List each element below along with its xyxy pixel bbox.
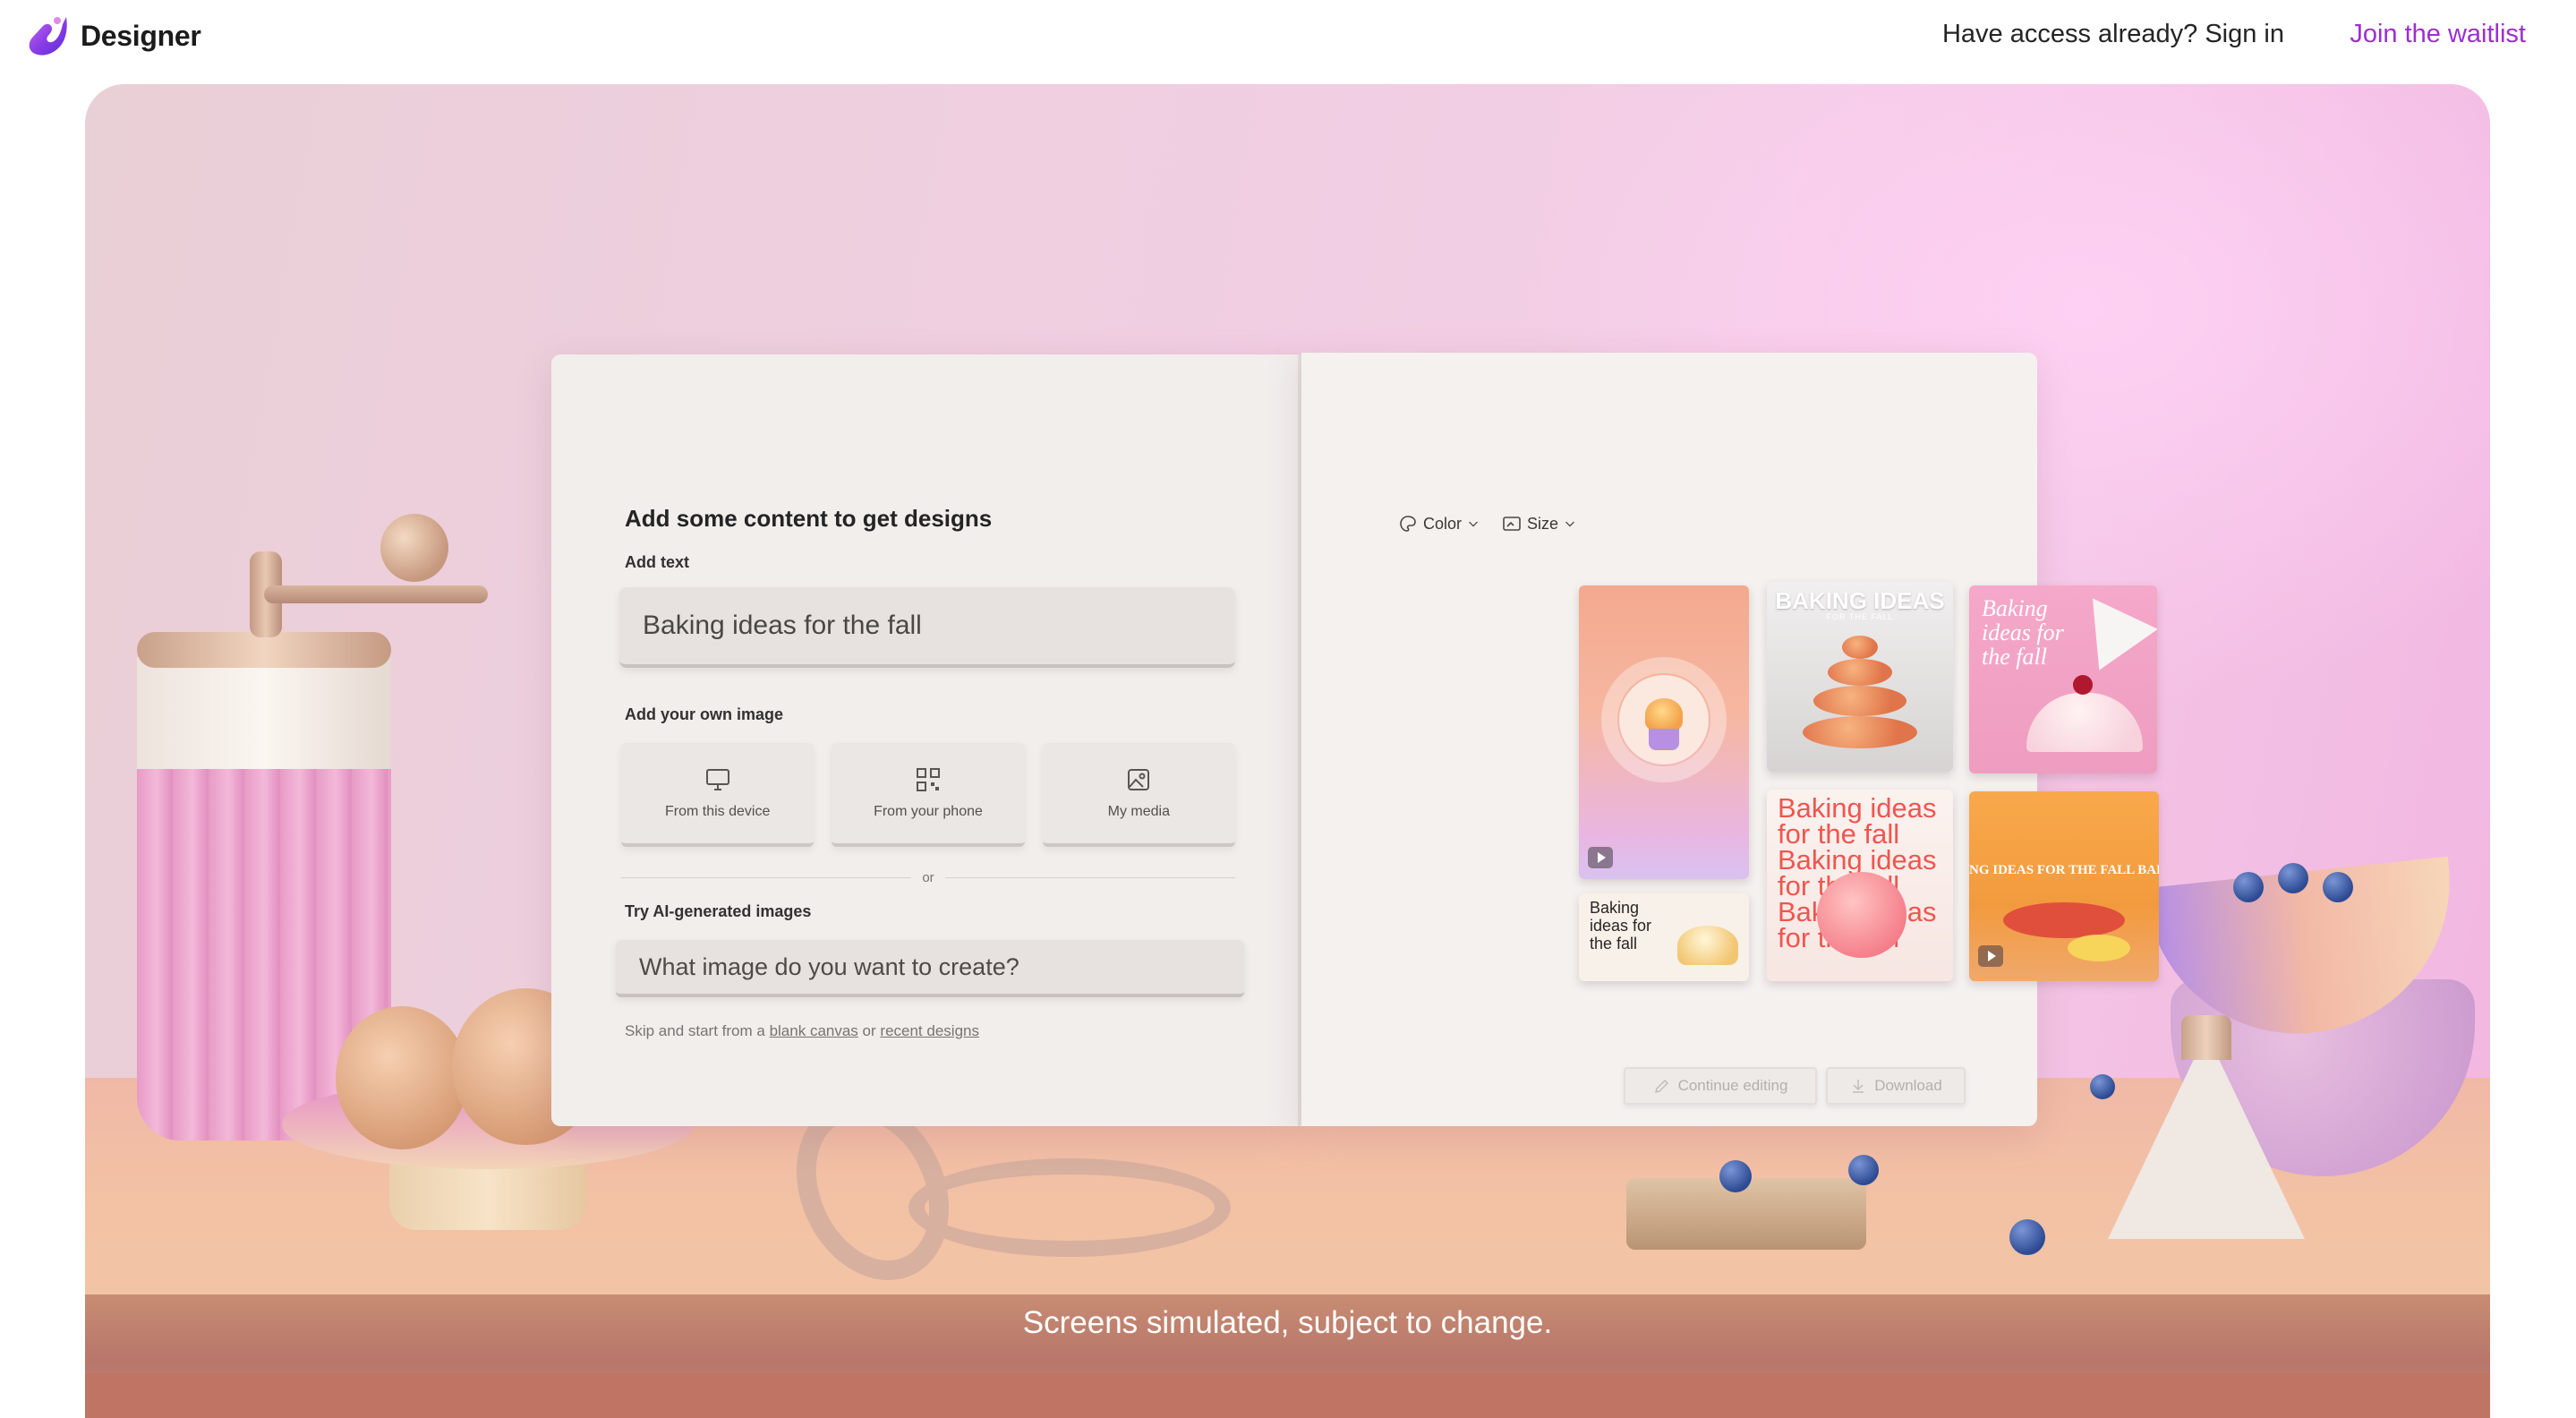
countertop-lip	[85, 1373, 2490, 1418]
card-title: Baking ideas for the fall	[1590, 899, 1652, 952]
kitchen-timer-top-prop	[2181, 1015, 2231, 1060]
macaron-image	[1803, 716, 1917, 748]
divider-line	[621, 876, 912, 878]
design-card-strawberry[interactable]: Baking ideas for the fall Baking ideas f…	[1767, 790, 1953, 981]
macaron-image	[1842, 636, 1878, 659]
blueberry-prop	[2233, 872, 2264, 902]
wooden-tray-prop	[1626, 1178, 1866, 1250]
ai-image-prompt-input[interactable]: What image do you want to create?	[616, 940, 1244, 997]
dome-cake-image	[2026, 693, 2143, 752]
design-card-pink-dome[interactable]: Baking ideas for the fall	[1969, 585, 2157, 773]
hero-scene: Add some content to get designs Add text…	[85, 84, 2490, 1418]
grinder-knob-prop	[380, 514, 448, 582]
card-subtitle: FOR THE FALL	[1826, 612, 1894, 621]
size-filter-label: Size	[1527, 514, 1559, 533]
kitchen-timer-prop	[2108, 1033, 2305, 1239]
blueberry-prop	[1848, 1155, 1879, 1185]
my-media-button[interactable]: My media	[1042, 743, 1235, 847]
tart-image	[1677, 926, 1738, 965]
resize-image-icon	[1503, 517, 1521, 531]
chevron-down-icon	[1565, 521, 1574, 527]
content-heading: Add some content to get designs	[625, 505, 993, 532]
size-filter-button[interactable]: Size	[1502, 514, 1576, 534]
pencil-icon	[1654, 1079, 1668, 1094]
color-filter-label: Color	[1423, 514, 1463, 533]
macaron-image	[1828, 659, 1892, 686]
design-suggestions-panel: Color Size BAKING IDEAS FOR THE FALL Bak…	[1301, 353, 2159, 1126]
design-card-macaron-tower[interactable]: BAKING IDEAS FOR THE FALL	[1767, 582, 1953, 772]
add-text-label: Add text	[625, 553, 689, 571]
blueberry-prop	[1719, 1160, 1752, 1192]
skip-options-text: Skip and start from a blank canvas or re…	[625, 1022, 979, 1040]
designer-logo-icon	[29, 17, 67, 56]
card-title: Baking ideas for the fall	[1982, 595, 2064, 670]
disclaimer-text: Screens simulated, subject to change.	[1022, 1305, 1553, 1340]
blueberry-prop	[2009, 1219, 2045, 1255]
card-title: BAKING IDEAS	[1775, 587, 1945, 614]
from-device-label: From this device	[664, 804, 771, 819]
design-text-input[interactable]: Baking ideas for the fall	[619, 587, 1235, 668]
or-divider: or	[621, 867, 1235, 888]
macaron-image	[1813, 686, 1906, 716]
card-title: NG IDEAS FOR THE FALL BAKI	[1969, 863, 2159, 877]
qr-code-icon	[916, 768, 940, 791]
egg-prop	[336, 1006, 468, 1149]
from-phone-button[interactable]: From your phone	[832, 743, 1025, 847]
recent-designs-link[interactable]: recent designs	[880, 1022, 979, 1039]
cookie-cutter-prop	[908, 1158, 1231, 1257]
design-card-orange[interactable]: NG IDEAS FOR THE FALL BAKI	[1969, 791, 2159, 981]
color-filter-button[interactable]: Color	[1398, 514, 1480, 534]
grinder-lid-prop	[137, 632, 391, 668]
blueberry-prop	[2278, 863, 2308, 893]
my-media-label: My media	[1107, 804, 1170, 819]
download-icon	[1853, 1080, 1864, 1093]
designer-home-link[interactable]: Designer	[25, 9, 201, 63]
cupcake-wrapper-image	[1649, 729, 1679, 750]
continue-editing-label: Continue editing	[1677, 1077, 1788, 1094]
grinder-handle-prop	[264, 585, 488, 603]
sign-in-link[interactable]: Have access already? Sign in	[1942, 20, 2284, 49]
plate-image	[2003, 902, 2125, 938]
image-source-options: From this device From your phone My medi…	[621, 743, 1235, 847]
monitor-icon	[705, 769, 729, 790]
top-navigation: Designer Have access already? Sign in Jo…	[0, 0, 2576, 72]
cherry-image	[2073, 675, 2093, 695]
blueberry-prop	[2323, 872, 2353, 902]
chevron-down-icon	[1469, 521, 1478, 527]
video-play-icon	[1588, 847, 1613, 868]
skip-conjunction: or	[862, 1022, 876, 1039]
download-label: Download	[1874, 1077, 1942, 1094]
strawberry-dessert-image	[1817, 872, 1906, 958]
design-card-tart[interactable]: Baking ideas for the fall	[1579, 893, 1749, 981]
blank-canvas-link[interactable]: blank canvas	[770, 1022, 858, 1039]
content-input-panel: Add some content to get designs Add text…	[551, 354, 1298, 1126]
join-waitlist-link[interactable]: Join the waitlist	[2350, 20, 2526, 49]
image-icon	[1128, 769, 1150, 790]
cupcake-image	[1645, 698, 1683, 730]
designer-app-mockup: Add some content to get designs Add text…	[551, 353, 2159, 1126]
download-button[interactable]: Download	[1826, 1067, 1966, 1105]
palette-icon	[1400, 516, 1416, 532]
or-text: or	[922, 869, 934, 885]
add-image-label: Add your own image	[625, 705, 784, 723]
from-phone-label: From your phone	[874, 804, 983, 819]
divider-line	[944, 876, 1235, 878]
grinder-band-prop	[137, 657, 391, 769]
ai-images-label: Try AI-generated images	[625, 902, 812, 920]
design-card-cupcake-circle[interactable]	[1579, 585, 1749, 879]
continue-editing-button[interactable]: Continue editing	[1624, 1067, 1817, 1105]
video-play-icon	[1978, 945, 2003, 967]
brand-name: Designer	[81, 19, 201, 52]
lemon-plate-image	[2068, 935, 2130, 961]
from-device-button[interactable]: From this device	[621, 743, 815, 847]
skip-prefix: Skip and start from a	[625, 1022, 765, 1039]
